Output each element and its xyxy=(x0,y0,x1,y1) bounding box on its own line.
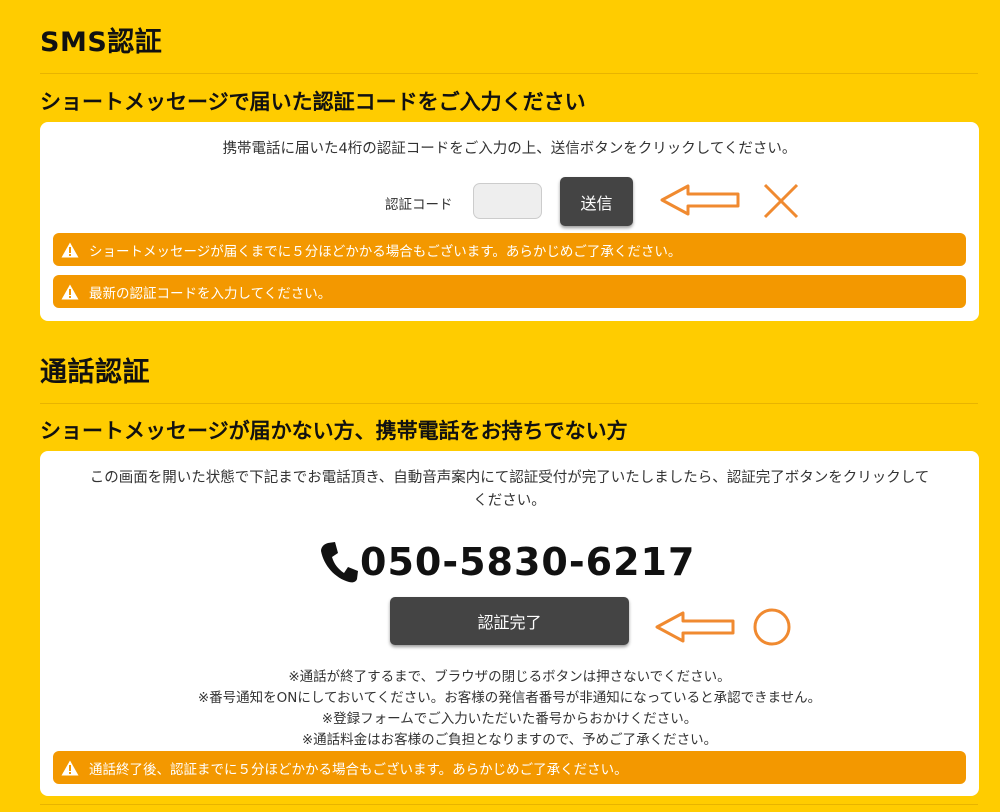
call-note: ※通話が終了するまで、ブラウザの閉じるボタンは押さないでください。 xyxy=(288,669,731,685)
arrow-left-icon xyxy=(655,611,735,643)
arrow-left-icon xyxy=(660,184,740,216)
warning-icon xyxy=(61,242,79,257)
cross-mark-icon xyxy=(763,183,799,219)
call-note: ※番号通知をONにしておいてください。お客様の発信者番号が非通知になっていると承… xyxy=(197,690,822,706)
call-alert-delay-text: 通話終了後、認証までに５分ほどかかる場合もございます。あらかじめご了承ください。 xyxy=(89,761,628,778)
sms-card: 携帯電話に届いた4桁の認証コードをご入力の上、送信ボタンをクリックしてください。… xyxy=(40,122,979,321)
phone-row: 050-5830-6217 xyxy=(318,540,695,584)
verification-code-input[interactable] xyxy=(473,183,542,219)
phone-number[interactable]: 050-5830-6217 xyxy=(360,540,695,584)
call-divider xyxy=(40,403,978,404)
warning-icon xyxy=(61,284,79,299)
send-button[interactable]: 送信 xyxy=(560,177,633,226)
verification-complete-button[interactable]: 認証完了 xyxy=(390,597,629,645)
sms-verification-page: SMS認証 ショートメッセージで届いた認証コードをご入力ください 携帯電話に届い… xyxy=(0,0,1000,812)
call-card: この画面を開いた状態で下記までお電話頂き、自動音声案内にて認証受付が完了いたしま… xyxy=(40,451,979,796)
call-subtitle: ショートメッセージが届かない方、携帯電話をお持ちでない方 xyxy=(40,419,628,443)
sms-instruction: 携帯電話に届いた4桁の認証コードをご入力の上、送信ボタンをクリックしてください。 xyxy=(222,141,797,157)
call-notes: ※通話が終了するまで、ブラウザの閉じるボタンは押さないでください。 ※番号通知を… xyxy=(40,667,979,751)
call-note: ※登録フォームでご入力いただいた番号からおかけください。 xyxy=(321,711,698,727)
call-instruction-line2: ください。 xyxy=(473,493,546,509)
call-section-title: 通話認証 xyxy=(40,357,150,388)
circle-mark-icon xyxy=(753,608,791,646)
sms-subtitle: ショートメッセージで届いた認証コードをご入力ください xyxy=(40,90,586,114)
bottom-divider xyxy=(40,804,978,805)
sms-alert-delay-text: ショートメッセージが届くまでに５分ほどかかる場合もございます。あらかじめご了承く… xyxy=(89,243,682,260)
call-note: ※通話料金はお客様のご負担となりますので、予めご了承ください。 xyxy=(301,732,718,748)
warning-icon xyxy=(61,760,79,775)
sms-section-title: SMS認証 xyxy=(40,27,163,58)
sms-alert-delay: ショートメッセージが届くまでに５分ほどかかる場合もございます。あらかじめご了承く… xyxy=(53,233,966,266)
call-alert-delay: 通話終了後、認証までに５分ほどかかる場合もございます。あらかじめご了承ください。 xyxy=(53,751,966,784)
phone-icon xyxy=(321,542,358,583)
sms-alert-latest-code: 最新の認証コードを入力してください。 xyxy=(53,275,966,308)
sms-divider xyxy=(40,73,978,74)
call-instruction-line1: この画面を開いた状態で下記までお電話頂き、自動音声案内にて認証受付が完了いたしま… xyxy=(89,470,930,486)
sms-alert-latest-code-text: 最新の認証コードを入力してください。 xyxy=(89,285,332,302)
code-label: 認証コード xyxy=(385,197,453,213)
